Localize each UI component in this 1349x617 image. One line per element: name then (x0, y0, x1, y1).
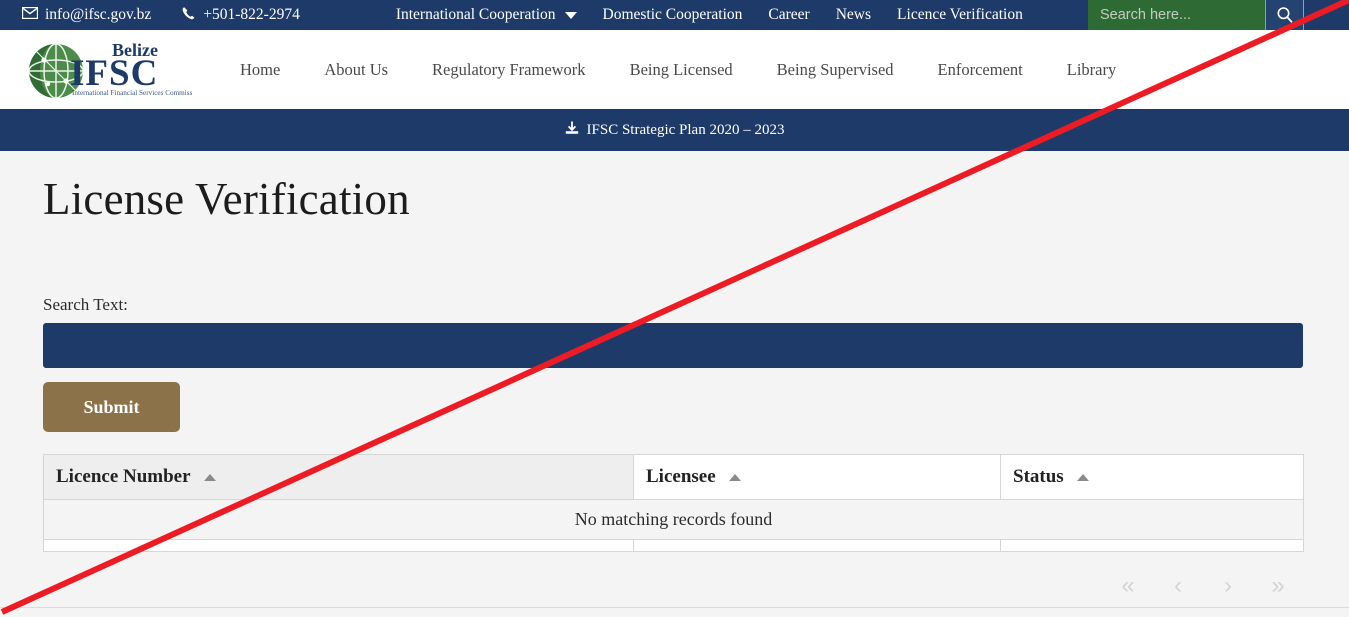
strategic-plan-label: IFSC Strategic Plan 2020 – 2023 (586, 121, 785, 138)
site-search (1088, 0, 1349, 30)
top-nav-label: International Cooperation (395, 6, 556, 23)
table-header-row: Licence Number Licensee Status (43, 454, 1304, 500)
empty-state-row: No matching records found (43, 499, 1304, 540)
pagination-prev-button[interactable]: ‹ (1153, 572, 1203, 600)
sort-ascending-icon (1077, 474, 1090, 482)
top-nav-domestic-cooperation[interactable]: Domestic Cooperation (603, 6, 743, 24)
pagination-first-button[interactable]: « (1103, 572, 1153, 600)
main-content: License Verification Search Text: Submit… (0, 151, 1349, 607)
column-label: Licence Number (56, 466, 191, 487)
sort-ascending-icon (203, 474, 216, 482)
phone-contact[interactable]: +501-822-2974 (181, 6, 300, 25)
column-label: Licensee (646, 466, 716, 487)
pagination: « ‹ › » (43, 572, 1303, 600)
top-nav-label: Licence Verification (897, 6, 1023, 23)
search-submit-button[interactable] (1266, 0, 1304, 30)
pagination-last-button[interactable]: » (1253, 572, 1303, 600)
search-form: Search Text: Submit (0, 295, 1349, 432)
top-nav-label: Career (768, 6, 810, 23)
sort-ascending-icon (729, 474, 742, 482)
main-nav-being-supervised[interactable]: Being Supervised (777, 60, 894, 80)
search-input[interactable] (1088, 0, 1266, 30)
logo-ifsc-text: IFSC (70, 53, 158, 94)
main-nav-home[interactable]: Home (240, 60, 280, 80)
results-table-wrap: Licence Number Licensee Status No matchi… (0, 454, 1349, 552)
pagination-next-button[interactable]: › (1203, 572, 1253, 600)
no-records-message: No matching records found (43, 499, 1304, 540)
email-contact[interactable]: info@ifsc.gov.bz (21, 6, 152, 24)
top-nav-label: News (835, 6, 872, 23)
contact-info: info@ifsc.gov.bz +501-822-2974 (0, 6, 300, 25)
main-nav: Home About Us Regulatory Framework Being… (240, 60, 1116, 80)
search-text-label: Search Text: (43, 295, 128, 314)
table-cell (1000, 539, 1304, 552)
table-cell (633, 539, 1001, 552)
logo-subtitle-text: International Financial Services Commiss… (72, 89, 192, 97)
column-header-licensee[interactable]: Licensee (633, 454, 1001, 500)
main-nav-being-licensed[interactable]: Being Licensed (630, 60, 733, 80)
phone-icon (181, 6, 196, 25)
page-root: info@ifsc.gov.bz +501-822-2974 Internati… (0, 0, 1349, 617)
top-nav: International Cooperation Domestic Coope… (396, 6, 1023, 24)
top-nav-licence-verification[interactable]: Licence Verification (897, 6, 1023, 24)
site-header: Belize IFSC International Financial Serv… (0, 30, 1349, 109)
column-header-licence-number[interactable]: Licence Number (43, 454, 634, 500)
search-text-input[interactable] (43, 323, 1303, 368)
main-nav-library[interactable]: Library (1067, 60, 1116, 80)
envelope-icon (21, 6, 39, 23)
chevron-down-icon (564, 11, 577, 19)
top-nav-news[interactable]: News (836, 6, 871, 24)
top-nav-international-cooperation[interactable]: International Cooperation (396, 6, 577, 24)
main-nav-about-us[interactable]: About Us (324, 60, 388, 80)
magnifier-icon (1276, 6, 1294, 24)
main-nav-regulatory-framework[interactable]: Regulatory Framework (432, 60, 586, 80)
top-utility-bar: info@ifsc.gov.bz +501-822-2974 Internati… (0, 0, 1349, 30)
table-body: No matching records found (43, 499, 1304, 552)
ifsc-logo[interactable]: Belize IFSC International Financial Serv… (24, 37, 194, 103)
phone-text: +501-822-2974 (203, 6, 300, 23)
bottom-divider (0, 607, 1349, 608)
strategic-plan-banner: IFSC Strategic Plan 2020 – 2023 (0, 109, 1349, 151)
strategic-plan-link[interactable]: IFSC Strategic Plan 2020 – 2023 (565, 121, 785, 139)
table-cell (43, 539, 634, 552)
main-nav-enforcement[interactable]: Enforcement (938, 60, 1023, 80)
column-label: Status (1013, 466, 1064, 487)
table-row (43, 539, 1304, 552)
download-icon (565, 121, 579, 139)
license-results-table: Licence Number Licensee Status No matchi… (43, 454, 1304, 552)
topbar-right-filler (1304, 0, 1349, 30)
page-title: License Verification (43, 174, 410, 224)
top-nav-career[interactable]: Career (768, 6, 809, 24)
top-nav-label: Domestic Cooperation (602, 6, 743, 23)
table-head: Licence Number Licensee Status (43, 454, 1304, 500)
email-text: info@ifsc.gov.bz (45, 6, 152, 23)
submit-button[interactable]: Submit (43, 382, 180, 432)
column-header-status[interactable]: Status (1000, 454, 1304, 500)
